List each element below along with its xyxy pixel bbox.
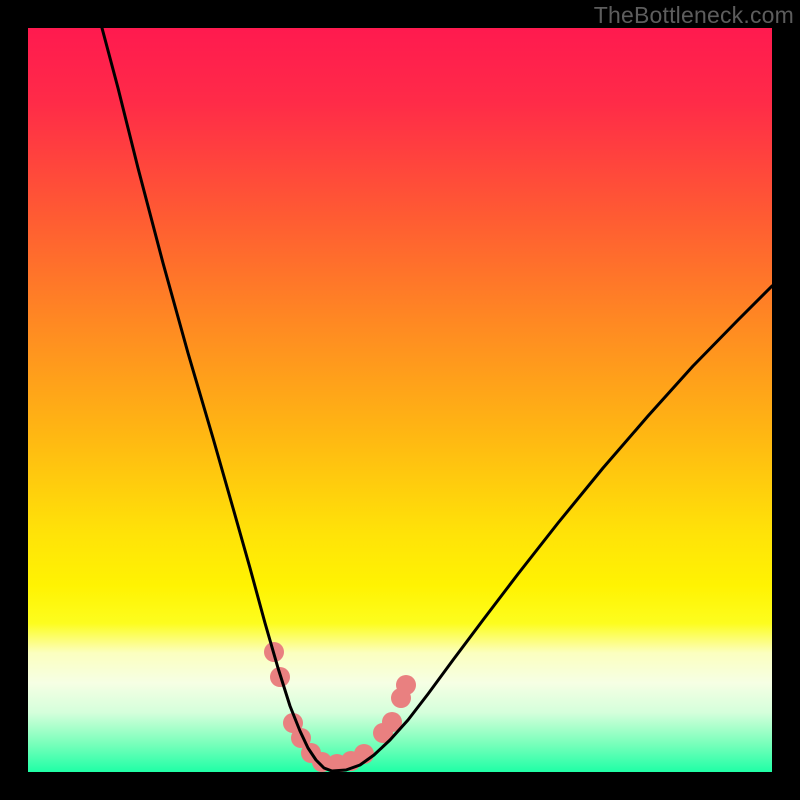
data-marker bbox=[396, 675, 416, 695]
watermark-text: TheBottleneck.com bbox=[594, 2, 794, 29]
plot-area bbox=[28, 28, 772, 772]
outer-frame: TheBottleneck.com bbox=[0, 0, 800, 800]
chart-svg bbox=[28, 28, 772, 772]
